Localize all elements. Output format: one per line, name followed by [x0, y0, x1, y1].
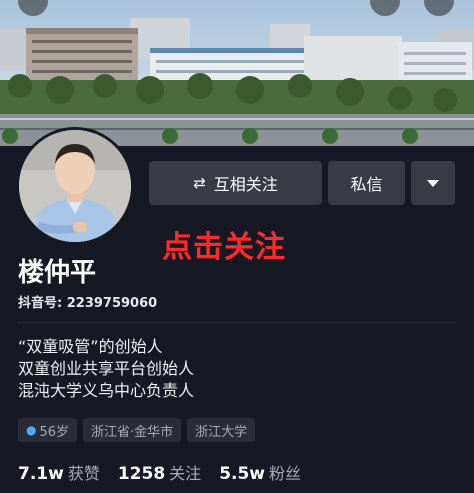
following-stat[interactable]: 1258 关注	[118, 460, 201, 484]
person-icon: ●	[26, 423, 37, 437]
profile-stats: 7.1w 获赞 1258 关注 5.5w 粉丝	[18, 460, 301, 484]
cover-image	[0, 0, 474, 146]
location-tag: 浙江省·金华市	[83, 418, 182, 442]
age-tag-label: 56岁	[39, 424, 70, 440]
profile-cover[interactable]	[0, 0, 474, 146]
avatar-image	[19, 130, 131, 242]
profile-bio: “双童吸管”的创始人 双童创业共享平台创始人 混沌大学义乌中心负责人	[18, 336, 194, 402]
age-tag: ● 56岁	[18, 418, 78, 442]
message-button[interactable]: 私信	[328, 161, 405, 205]
message-label: 私信	[350, 175, 383, 194]
stat-number: 7.1w	[18, 464, 64, 484]
dropdown-caret-icon	[427, 179, 439, 187]
stat-label: 关注	[169, 464, 202, 483]
followers-stat[interactable]: 5.5w 粉丝	[219, 460, 301, 484]
profile-name: 楼仲平	[18, 258, 97, 288]
location-tag-label: 浙江省·金华市	[91, 424, 174, 440]
stat-label: 获赞	[67, 464, 100, 483]
overlay-annotation: 点击关注	[162, 230, 286, 265]
mutual-follow-label: 互相关注	[213, 175, 278, 194]
stat-label: 粉丝	[269, 464, 302, 483]
bio-line: 混沌大学义乌中心负责人	[18, 381, 195, 400]
school-tag: 浙江大学	[187, 418, 256, 442]
avatar[interactable]	[16, 127, 134, 245]
stat-number: 5.5w	[219, 464, 266, 484]
profile-tags: ● 56岁 浙江省·金华市 浙江大学	[18, 418, 256, 442]
mutual-follow-button[interactable]: ⇄ 互相关注	[149, 161, 322, 205]
likes-stat[interactable]: 7.1w 获赞	[18, 460, 100, 484]
douyin-id: 抖音号: 2239759060	[18, 296, 158, 311]
bio-line: “双童吸管”的创始人	[18, 337, 163, 356]
divider	[18, 322, 456, 323]
stat-number: 1258	[117, 464, 166, 484]
more-options-button[interactable]	[411, 161, 455, 205]
bio-line: 双童创业共享平台创始人	[18, 359, 195, 378]
mutual-follow-icon: ⇄	[193, 174, 206, 192]
school-tag-label: 浙江大学	[195, 424, 248, 440]
